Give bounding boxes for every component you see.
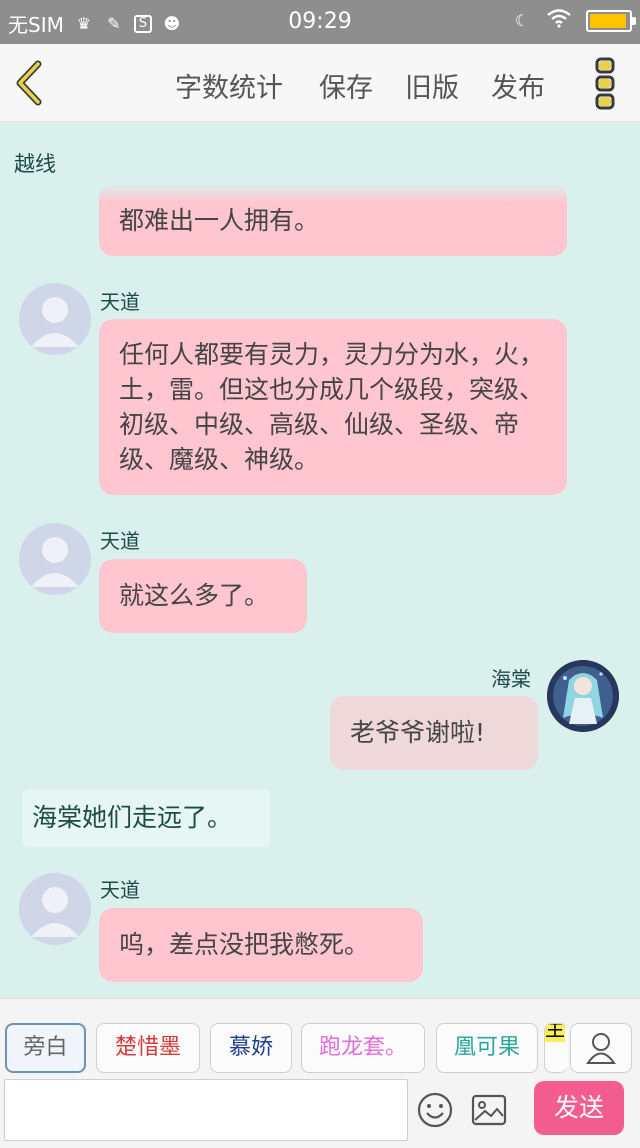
character-name: 主: [545, 1024, 565, 1042]
character-chip[interactable]: 跑龙套。: [301, 1023, 425, 1073]
save-button[interactable]: 保存: [319, 66, 373, 105]
battery-icon: [586, 9, 636, 32]
scroll-fade: [0, 184, 640, 202]
character-name: 凰可果: [453, 1035, 520, 1060]
chevron-left-icon: [16, 60, 42, 106]
speaker-name: 天道: [100, 290, 140, 314]
message-text: 都难出一人拥有。: [119, 206, 320, 235]
character-chip[interactable]: 楚惜墨: [96, 1023, 200, 1073]
old-version-button[interactable]: 旧版: [405, 66, 459, 105]
publish-button[interactable]: 发布: [491, 66, 545, 105]
speaker-name: 天道: [100, 878, 140, 902]
chat-area[interactable]: 越线 都难出一人拥有。 天道 任何人都要有灵力，灵力分为水，火，土，雷。但这也分…: [0, 122, 640, 998]
character-name: 慕娇: [228, 1035, 273, 1060]
top-nav-bar: 字数统计 保存 旧版 发布: [0, 44, 640, 122]
image-button[interactable]: [470, 1093, 508, 1127]
speaker-name: 天道: [100, 529, 140, 553]
smiley-icon: [417, 1092, 453, 1128]
narration-bubble[interactable]: 海棠她们走远了。: [22, 789, 270, 847]
message-text: 老爷爷谢啦!: [350, 718, 486, 747]
message-input[interactable]: [4, 1079, 408, 1141]
avatar-default[interactable]: [19, 283, 91, 355]
character-chip[interactable]: 慕娇: [210, 1023, 292, 1073]
picture-icon: [471, 1094, 507, 1126]
avatar-haitang[interactable]: [547, 660, 619, 732]
character-name: 旁白: [23, 1035, 68, 1060]
send-button[interactable]: 发送: [534, 1081, 624, 1135]
user-placeholder-icon: [19, 283, 91, 355]
narration-text: 海棠她们走远了。: [32, 803, 233, 832]
anime-avatar-icon: [547, 660, 619, 732]
more-vertical-icon: [595, 57, 615, 110]
message-bubble[interactable]: 就这么多了。: [99, 559, 307, 633]
user-placeholder-icon: [19, 873, 91, 945]
emoji-button[interactable]: [416, 1091, 454, 1129]
avatar-default[interactable]: [19, 873, 91, 945]
message-bubble[interactable]: 老爷爷谢啦!: [330, 696, 538, 770]
back-button[interactable]: [8, 58, 52, 108]
status-bar: 无SIM ♛ ✎ S ☻ 09:29 ☾: [0, 0, 640, 44]
message-bubble[interactable]: 呜，差点没把我憋死。: [99, 908, 423, 982]
character-chip[interactable]: 主: [544, 1023, 568, 1073]
message-text: 就这么多了。: [119, 581, 270, 610]
speaker-name: 海棠: [491, 667, 531, 691]
message-bubble[interactable]: 任何人都要有灵力，灵力分为水，火，土，雷。但这也分成几个级段，突级、初级、中级、…: [99, 319, 567, 495]
wifi-icon: [546, 8, 572, 33]
chapter-title: 越线: [14, 152, 56, 176]
person-icon: [586, 1033, 616, 1064]
composer-panel: 旁白 楚惜墨 慕娇 跑龙套。 凰可果 主 发送: [0, 998, 640, 1148]
more-menu-button[interactable]: [590, 56, 620, 112]
character-manage-button[interactable]: [570, 1023, 632, 1073]
moon-icon: ☾: [514, 10, 530, 30]
avatar-default[interactable]: [19, 523, 91, 595]
message-text: 呜，差点没把我憋死。: [119, 930, 370, 959]
character-name: 楚惜墨: [114, 1035, 181, 1060]
character-name: 跑龙套。: [318, 1035, 407, 1060]
user-placeholder-icon: [19, 523, 91, 595]
message-text: 任何人都要有灵力，灵力分为水，火，土，雷。但这也分成几个级段，突级、初级、中级、…: [119, 340, 545, 474]
character-chip-narrator[interactable]: 旁白: [5, 1023, 86, 1073]
character-chip[interactable]: 凰可果: [436, 1023, 538, 1073]
word-count-button[interactable]: 字数统计: [175, 66, 283, 105]
